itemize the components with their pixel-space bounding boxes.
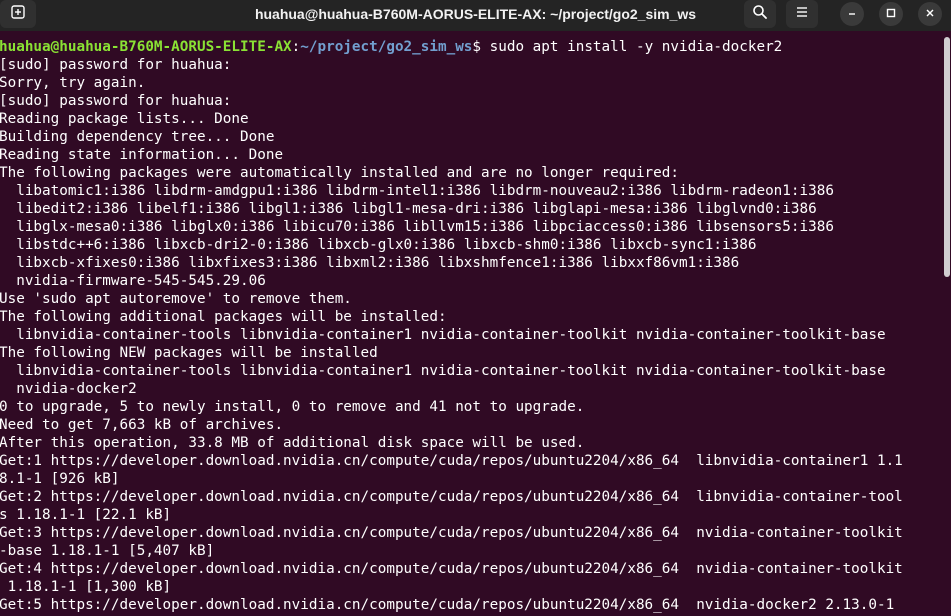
output-line: Get:5 https://developer.download.nvidia.… [0,597,895,613]
prompt-command: sudo apt install -y nvidia-docker2 [481,39,783,55]
output-line: -base 1.18.1-1 [5,407 kB] [0,543,215,559]
prompt-path: ~/project/go2_sim_ws [300,39,473,55]
output-line: libedit2:i386 libelf1:i386 libgl1:i386 l… [0,201,817,217]
output-line: The following NEW packages will be insta… [0,345,378,361]
hamburger-menu-icon [795,5,809,24]
output-line: 0 to upgrade, 5 to newly install, 0 to r… [0,399,585,415]
output-line: nvidia-docker2 [0,381,137,397]
prompt-separator: : [291,39,301,55]
output-line: libatomic1:i386 libdrm-amdgpu1:i386 libd… [0,183,834,199]
terminal-output[interactable]: huahua@huahua-B760M-AORUS-ELITE-AX:~/pro… [0,31,940,616]
output-line: libstdc++6:i386 libxcb-dri2-0:i386 libxc… [0,237,757,253]
title-bar[interactable]: huahua@huahua-B760M-AORUS-ELITE-AX: ~/pr… [0,0,951,31]
output-line: Get:3 https://developer.download.nvidia.… [0,525,903,541]
terminal-window: huahua@huahua-B760M-AORUS-ELITE-AX: ~/pr… [0,0,951,616]
close-button[interactable] [918,2,942,26]
output-line: libnvidia-container-tools libnvidia-cont… [0,363,886,379]
output-line: 1.18.1-1 [1,300 kB] [0,579,172,595]
output-line: 8.1-1 [926 kB] [0,471,120,487]
output-line: [sudo] password for huahua: [0,57,232,73]
output-line: Need to get 7,663 kB of archives. [0,417,284,433]
search-icon [752,4,768,25]
search-button[interactable] [744,0,776,28]
output-line: The following packages were automaticall… [0,165,679,181]
scrollbar[interactable] [941,31,951,616]
output-line: libglx-mesa0:i386 libglx0:i386 libicu70:… [0,219,834,235]
output-line: libnvidia-container-tools libnvidia-cont… [0,327,886,343]
close-icon [925,5,935,23]
output-line: libxcb-xfixes0:i386 libxfixes3:i386 libx… [0,255,740,271]
output-line: Reading state information... Done [0,147,284,163]
output-line: Get:4 https://developer.download.nvidia.… [0,561,903,577]
output-line: Get:1 https://developer.download.nvidia.… [0,453,903,469]
scrollbar-thumb[interactable] [944,37,950,277]
prompt-symbol: $ [472,39,482,55]
output-line: The following additional packages will b… [0,309,447,325]
maximize-button[interactable] [879,2,903,26]
menu-button[interactable] [786,0,818,28]
minimize-icon [847,5,857,23]
output-line: After this operation, 33.8 MB of additio… [0,435,585,451]
output-line: Get:2 https://developer.download.nvidia.… [0,489,903,505]
output-line: nvidia-firmware-545-545.29.06 [0,273,266,289]
output-line: Use 'sudo apt autoremove' to remove them… [0,291,352,307]
prompt-line: huahua@huahua-B760M-AORUS-ELITE-AX:~/pro… [0,38,782,56]
output-line: Reading package lists... Done [0,111,249,127]
output-line: s 1.18.1-1 [22.1 kB] [0,507,172,523]
maximize-icon [886,5,896,23]
output-line: Sorry, try again. [0,75,146,91]
output-line: [sudo] password for huahua: [0,93,232,109]
minimize-button[interactable] [840,2,864,26]
prompt-user-host: huahua@huahua-B760M-AORUS-ELITE-AX [0,39,292,55]
output-line: Building dependency tree... Done [0,129,275,145]
